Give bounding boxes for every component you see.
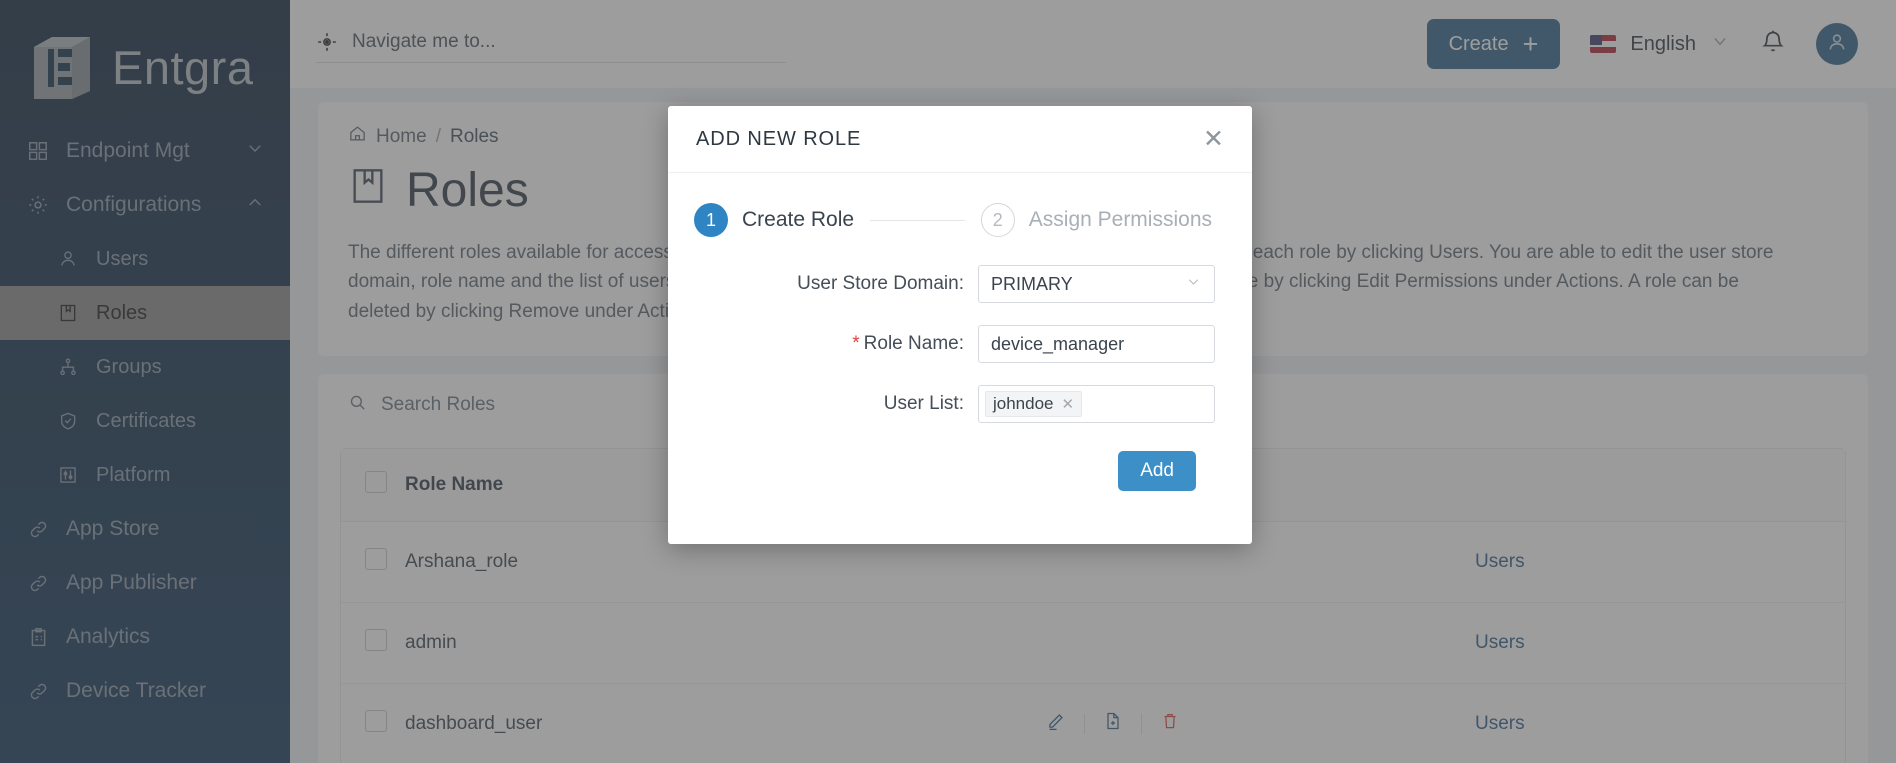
field-user-store-domain: User Store Domain: PRIMARY	[668, 265, 1224, 303]
user-list-tag-input[interactable]: johndoe ✕	[978, 385, 1215, 423]
step-assign-permissions[interactable]: 2 Assign Permissions	[980, 203, 1212, 237]
add-new-role-modal: ADD NEW ROLE ✕ 1 Create Role 2 Assign Pe…	[668, 106, 1252, 544]
user-store-domain-label: User Store Domain:	[797, 273, 964, 294]
step-connector	[870, 219, 965, 221]
user-tag[interactable]: johndoe ✕	[985, 391, 1083, 417]
role-name-label: * Role Name:	[668, 333, 978, 355]
modal-footer: Add	[668, 445, 1224, 491]
modal-steps: 1 Create Role 2 Assign Permissions	[668, 173, 1252, 237]
user-store-domain-select[interactable]: PRIMARY	[978, 265, 1215, 303]
role-name-label-text: Role Name:	[863, 333, 964, 354]
app-root: Entgra Endpoint Mgt Configurations	[0, 0, 1896, 763]
step-1-label: Create Role	[742, 208, 855, 231]
step-2-number: 2	[980, 203, 1015, 237]
user-store-domain-value: PRIMARY	[991, 273, 1073, 294]
user-list-control: johndoe ✕	[978, 385, 1215, 423]
user-tag-label: johndoe	[993, 394, 1054, 413]
user-list-label: User List:	[883, 393, 964, 414]
step-create-role[interactable]: 1 Create Role	[694, 203, 854, 237]
modal-header: ADD NEW ROLE ✕	[668, 106, 1252, 173]
field-role-name: * Role Name:	[668, 325, 1224, 363]
field-user-list: User List: johndoe ✕	[668, 385, 1224, 423]
user-store-domain-control: PRIMARY	[978, 265, 1215, 303]
role-name-input-wrap[interactable]	[978, 325, 1215, 363]
step-2-label: Assign Permissions	[1028, 208, 1212, 231]
add-button[interactable]: Add	[1118, 451, 1196, 491]
create-role-form: User Store Domain: PRIMARY *Role Name:	[668, 237, 1252, 491]
close-icon[interactable]: ✕	[1203, 126, 1224, 152]
x-icon[interactable]: ✕	[1062, 395, 1075, 413]
step-1-number: 1	[694, 203, 728, 237]
role-name-control	[978, 325, 1215, 363]
required-asterisk: *	[852, 333, 860, 354]
role-name-input[interactable]	[991, 333, 1202, 355]
chevron-down-icon	[1185, 273, 1202, 295]
modal-title: ADD NEW ROLE	[696, 127, 862, 150]
